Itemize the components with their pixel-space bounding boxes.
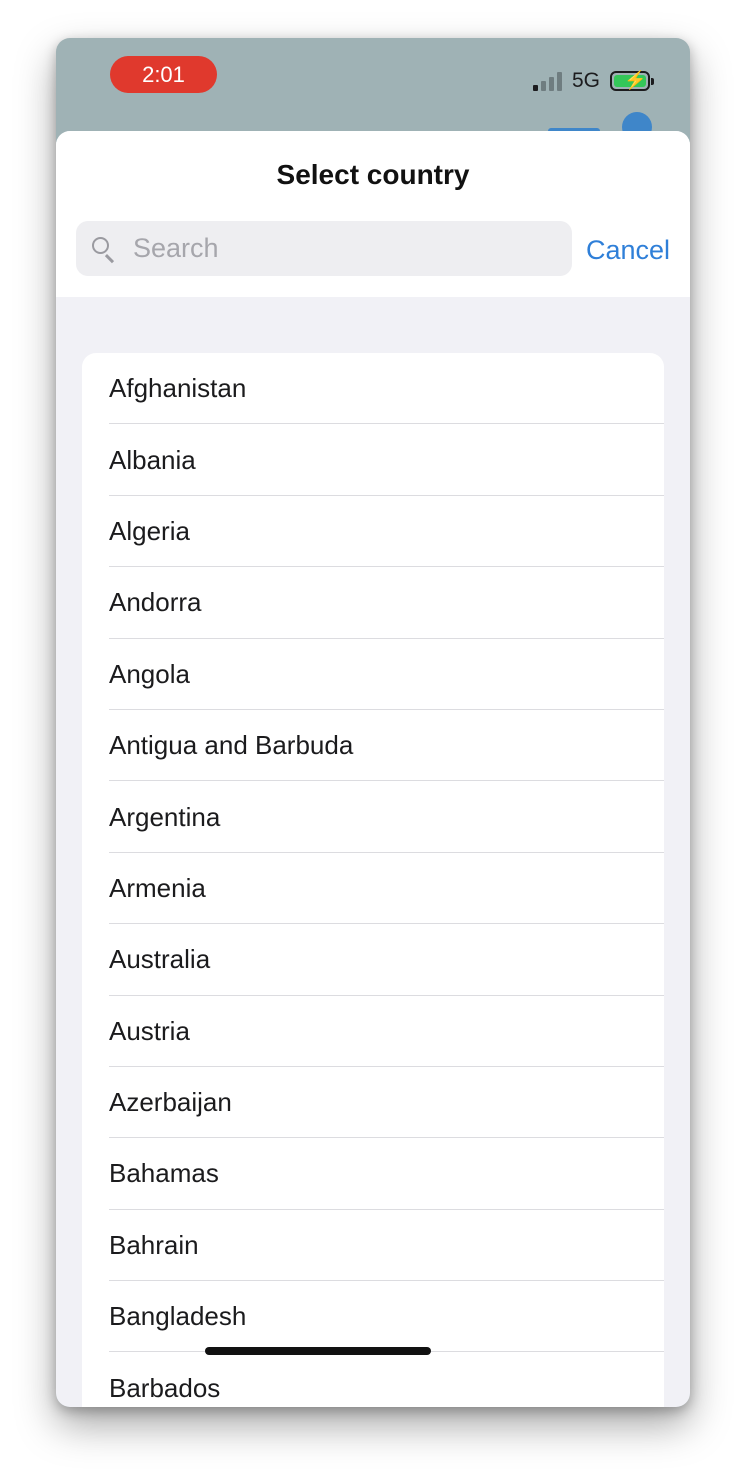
status-time: 2:01 [110,56,217,93]
country-item[interactable]: Angola [82,639,664,711]
country-item[interactable]: Afghanistan [82,353,664,425]
country-list[interactable]: Afghanistan Albania Algeria Andorra Ango… [82,353,664,1407]
country-item[interactable]: Bahamas [82,1138,664,1211]
country-item[interactable]: Antigua and Barbuda [82,710,664,782]
country-picker-sheet: Select country Cancel Afghanistan Albani… [56,131,690,1407]
country-item[interactable]: Albania [82,424,664,497]
country-item[interactable]: Armenia [82,853,664,925]
search-field[interactable] [76,221,572,276]
search-icon [91,236,117,263]
country-item[interactable]: Azerbaijan [82,1067,664,1139]
country-item[interactable]: Austria [82,996,664,1068]
country-item[interactable]: Bangladesh [82,1281,664,1353]
country-item[interactable]: Barbados [82,1352,664,1407]
phone-screen: 2:01 5G ⚡ Select country Search Cancel A… [56,38,690,1407]
country-item[interactable]: Argentina [82,781,664,854]
country-item[interactable]: Algeria [82,496,664,568]
country-item[interactable]: Andorra [82,567,664,639]
sheet-header: Select country Cancel [56,131,690,297]
cancel-button[interactable]: Cancel [586,235,670,266]
signal-icon [532,71,562,91]
country-item[interactable]: Bahrain [82,1210,664,1282]
home-indicator[interactable] [205,1347,431,1355]
search-input[interactable] [131,232,555,265]
country-item[interactable]: Australia [82,924,664,996]
status-indicators: 5G ⚡ [532,68,654,94]
sheet-title: Select country [276,159,470,190]
battery-icon: ⚡ [610,70,654,91]
network-type: 5G [571,69,600,92]
status-bar: 2:01 5G ⚡ [56,38,690,142]
